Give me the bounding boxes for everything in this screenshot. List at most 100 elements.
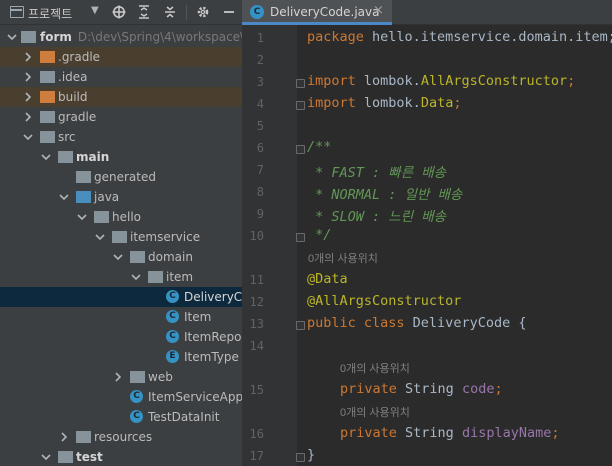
keyword: private	[340, 425, 397, 441]
fold-marker-icon[interactable]	[296, 79, 305, 88]
tree-item-label: ItemServiceApplic	[148, 390, 242, 404]
chevron-down-icon[interactable]	[58, 191, 70, 203]
tree-item-itemrepository[interactable]: C ItemReposi	[0, 327, 242, 347]
folder-icon	[40, 111, 55, 123]
tree-item-testdatainit[interactable]: C TestDataInit	[0, 407, 242, 427]
code-area[interactable]	[297, 25, 612, 466]
code-line-4: import lombok.Data;	[307, 95, 461, 111]
fold-marker-icon[interactable]	[296, 233, 305, 242]
code-line-16: private String displayName;	[340, 425, 559, 441]
tree-root-label: form	[40, 30, 72, 44]
gear-icon[interactable]	[194, 3, 212, 21]
chevron-down-icon[interactable]	[40, 151, 52, 163]
package-name: hello.itemservice.domain.item;	[363, 29, 612, 45]
tab-label: DeliveryCode.java	[270, 5, 380, 19]
tree-item-resources[interactable]: resources	[0, 427, 242, 447]
tree-item-itemservice[interactable]: itemservice	[0, 227, 242, 247]
tree-item-label: src	[58, 130, 76, 144]
tree-item-gradle[interactable]: gradle	[0, 107, 242, 127]
tree-item-label: ItemType	[184, 350, 239, 364]
type-name: String	[396, 381, 462, 397]
code-line-1: package hello.itemservice.domain.item;	[307, 29, 612, 45]
class-icon: C	[250, 5, 264, 19]
line-number: 12	[249, 295, 264, 309]
line-number: 1	[256, 31, 264, 45]
tree-root-path: D:\dev\Spring\4\workspace\	[77, 30, 242, 44]
tree-item-label: .gradle	[58, 50, 101, 64]
tree-item-label: main	[76, 150, 110, 164]
usage-hint[interactable]: 0개의 사용위치	[340, 360, 410, 376]
line-number: 10	[249, 229, 264, 243]
chevron-right-icon[interactable]	[22, 111, 34, 123]
chevron-right-icon[interactable]	[112, 371, 124, 383]
tree-item-main[interactable]: main	[0, 147, 242, 167]
chevron-right-icon[interactable]	[22, 91, 34, 103]
source-folder-icon	[76, 191, 91, 203]
project-panel-header: 프로젝트 ▼	[0, 0, 242, 25]
expand-all-icon[interactable]	[135, 3, 153, 21]
tree-item-domain[interactable]: domain	[0, 247, 242, 267]
locate-icon[interactable]	[110, 3, 128, 21]
import-class: Data	[420, 95, 454, 111]
tree-item-src[interactable]: src	[0, 127, 242, 147]
code-line-12: @AllArgsConstructor	[307, 293, 462, 309]
tree-item-item-class[interactable]: C Item	[0, 307, 242, 327]
code-line-10: */	[307, 227, 332, 243]
fold-marker-icon[interactable]	[296, 145, 305, 154]
project-panel-icon	[10, 6, 24, 18]
tree-item-itemtype[interactable]: E ItemType	[0, 347, 242, 367]
tree-item-label: itemservice	[130, 230, 201, 244]
chevron-down-icon[interactable]	[130, 271, 142, 283]
tree-item-gradle-dir[interactable]: .gradle	[0, 47, 242, 67]
chevron-down-icon[interactable]: ▼	[91, 5, 99, 16]
tree-root-form[interactable]: form D:\dev\Spring\4\workspace\	[0, 27, 242, 47]
fold-marker-icon[interactable]	[296, 101, 305, 110]
tree-item-generated[interactable]: generated	[0, 167, 242, 187]
module-folder-icon	[58, 451, 73, 463]
tree-item-item-package[interactable]: item	[0, 267, 242, 287]
class-icon: C	[166, 310, 179, 323]
close-icon[interactable]: ×	[373, 3, 384, 18]
tree-item-build[interactable]: build	[0, 87, 242, 107]
chevron-right-icon[interactable]	[58, 431, 70, 443]
field-name: code	[461, 381, 495, 397]
tree-item-hello[interactable]: hello	[0, 207, 242, 227]
module-folder-icon	[58, 151, 73, 163]
chevron-down-icon[interactable]	[76, 211, 88, 223]
class-icon: C	[130, 390, 143, 403]
chevron-down-icon[interactable]	[6, 31, 18, 43]
project-panel-title[interactable]: 프로젝트	[28, 5, 72, 22]
tree-item-deliverycode[interactable]: C DeliveryCo	[0, 287, 242, 307]
chevron-down-icon[interactable]	[40, 451, 52, 463]
tree-item-idea[interactable]: .idea	[0, 67, 242, 87]
code-line-13: public class DeliveryCode {	[307, 315, 526, 331]
keyword: public class	[307, 315, 405, 331]
fold-marker-icon[interactable]	[296, 453, 305, 462]
code-line-3: import lombok.AllArgsConstructor;	[307, 73, 575, 89]
collapse-all-icon[interactable]	[161, 3, 179, 21]
tree-item-java[interactable]: java	[0, 187, 242, 207]
line-number: 11	[249, 273, 264, 287]
chevron-down-icon[interactable]	[112, 251, 124, 263]
chevron-down-icon[interactable]	[22, 131, 34, 143]
usage-hint[interactable]: 0개의 사용위치	[340, 404, 410, 420]
keyword: package	[307, 29, 364, 45]
keyword: import	[307, 73, 356, 89]
chevron-right-icon[interactable]	[22, 51, 34, 63]
tree-item-label: test	[76, 450, 103, 464]
tree-item-web[interactable]: web	[0, 367, 242, 387]
chevron-right-icon[interactable]	[22, 71, 34, 83]
fold-marker-icon[interactable]	[296, 321, 305, 330]
tree-item-label: ItemReposi	[184, 330, 242, 344]
line-number: 5	[256, 119, 264, 133]
tab-deliverycode[interactable]: C DeliveryCode.java ×	[242, 0, 392, 25]
package-icon	[94, 211, 109, 223]
chevron-down-icon[interactable]	[94, 231, 106, 243]
tree-item-itemserviceapplication[interactable]: C ItemServiceApplic	[0, 387, 242, 407]
line-number: 8	[256, 185, 264, 199]
usage-hint[interactable]: 0개의 사용위치	[308, 250, 378, 266]
tree-item-test[interactable]: test	[0, 447, 242, 466]
hide-panel-icon[interactable]	[220, 3, 238, 21]
line-number: 14	[249, 339, 264, 353]
line-number: 9	[256, 207, 264, 221]
